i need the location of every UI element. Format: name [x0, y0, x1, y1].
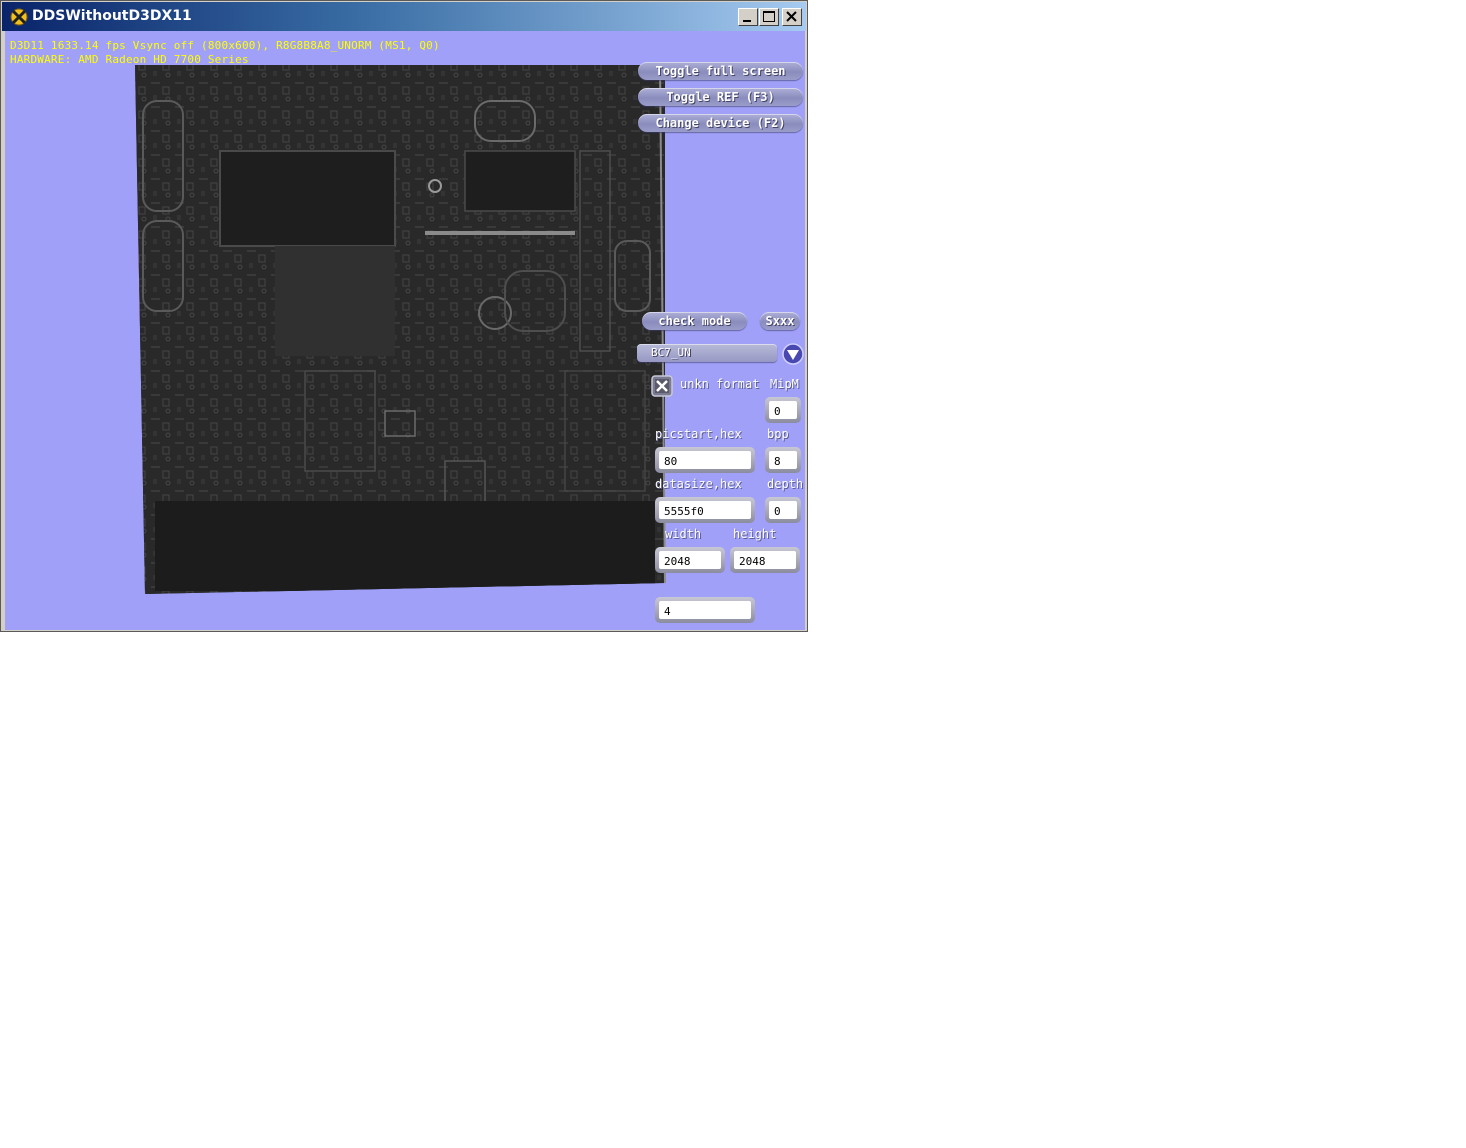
height-field[interactable]: 2048 — [730, 547, 800, 573]
fps-readout: D3D11 1633.14 fps Vsync off (800x600), R… — [10, 39, 440, 52]
chevron-down-icon[interactable] — [782, 343, 804, 365]
datasize-field[interactable]: 5555f0 — [655, 497, 755, 523]
bpp-value[interactable]: 8 — [769, 451, 797, 469]
directx-icon — [10, 8, 28, 26]
datasize-value[interactable]: 5555f0 — [659, 501, 751, 519]
minimize-button[interactable] — [738, 8, 758, 26]
maximize-icon — [763, 11, 775, 22]
swizzle-button[interactable]: Sxxx — [760, 312, 800, 330]
width-field[interactable]: 2048 — [655, 547, 725, 573]
unkn-format-label: unkn format — [680, 377, 760, 391]
window-title: DDSWithoutD3DX11 — [32, 8, 192, 24]
picstart-field[interactable]: 80 — [655, 447, 755, 473]
close-icon — [786, 11, 797, 22]
toggle-full-screen-button[interactable]: Toggle full screen — [638, 62, 803, 80]
format-combobox[interactable]: BC7_UN — [637, 344, 777, 362]
depth-field[interactable]: 0 — [765, 497, 801, 523]
datasize-label: datasize,hex — [655, 477, 742, 491]
change-device-button[interactable]: Change device (F2) — [638, 114, 803, 132]
extra-field[interactable]: 4 — [655, 597, 755, 623]
height-label: height — [733, 527, 777, 541]
depth-value[interactable]: 0 — [769, 501, 797, 519]
picstart-value[interactable]: 80 — [659, 451, 751, 469]
hardware-readout: HARDWARE: AMD Radeon HD 7700 Series — [10, 53, 249, 66]
bpp-label: bpp — [767, 427, 789, 441]
height-value[interactable]: 2048 — [734, 551, 796, 569]
width-label: width — [665, 527, 702, 541]
toggle-ref-button[interactable]: Toggle REF (F3) — [638, 88, 803, 106]
close-button[interactable] — [782, 8, 802, 26]
depth-label: depth — [767, 477, 804, 491]
bpp-field[interactable]: 8 — [765, 447, 801, 473]
unkn-format-checkbox[interactable] — [651, 375, 673, 397]
maximize-button[interactable] — [759, 8, 779, 26]
mipm-value[interactable]: 0 — [769, 401, 797, 419]
extra-value[interactable]: 4 — [659, 601, 751, 619]
app-window: DDSWithoutD3DX11 D3D11 1633.14 fps Vsync… — [0, 0, 808, 632]
mipm-label: MipM — [770, 377, 799, 391]
minimize-icon — [743, 20, 751, 22]
render-viewport[interactable]: D3D11 1633.14 fps Vsync off (800x600), R… — [5, 31, 805, 630]
width-value[interactable]: 2048 — [659, 551, 721, 569]
mipm-field[interactable]: 0 — [765, 397, 801, 423]
picstart-label: picstart,hex — [655, 427, 742, 441]
check-mode-button[interactable]: check mode — [642, 312, 747, 330]
title-bar[interactable]: DDSWithoutD3DX11 — [2, 2, 806, 31]
